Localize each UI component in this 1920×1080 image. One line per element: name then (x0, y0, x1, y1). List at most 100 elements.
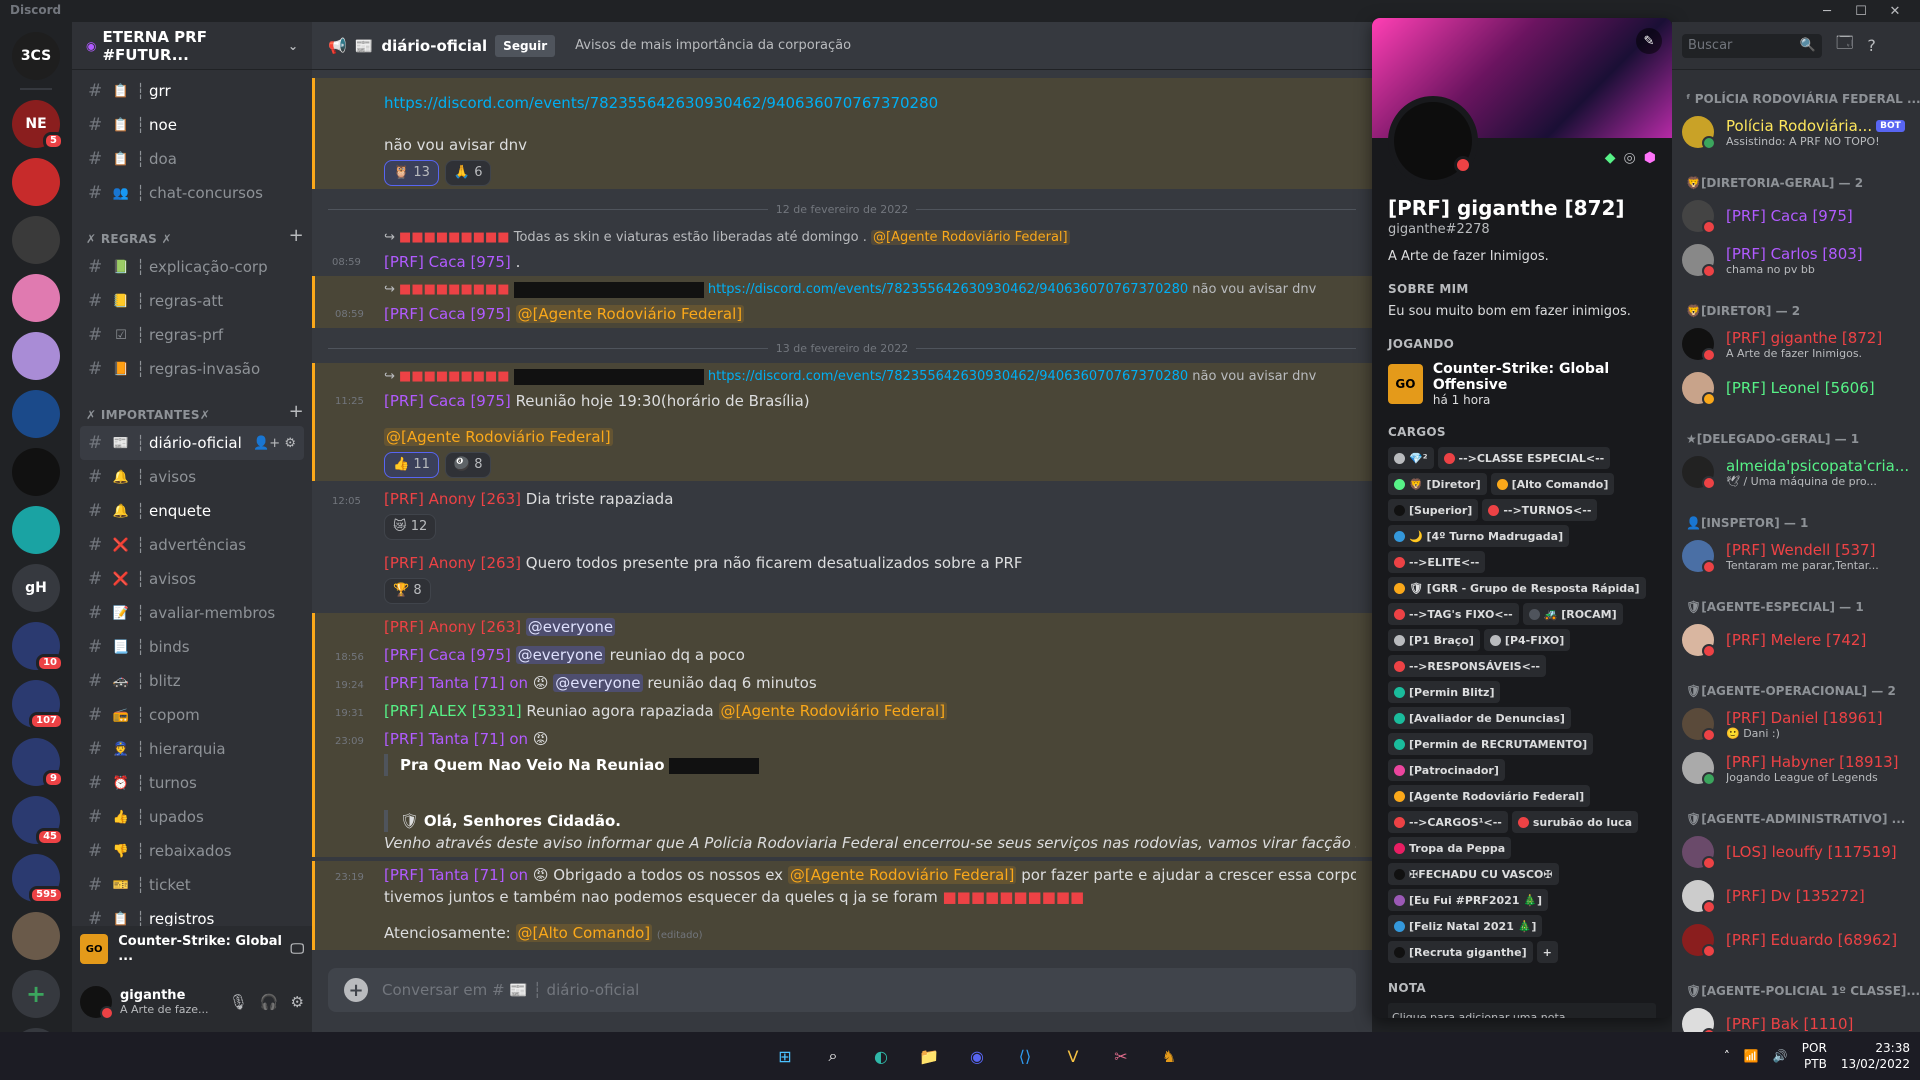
server-icon[interactable] (12, 216, 60, 264)
author-name[interactable]: [PRF] Tanta [71] on (384, 730, 528, 748)
note-input[interactable]: Clique para adicionar uma nota (1388, 1003, 1656, 1018)
author-name[interactable]: [PRF] ALEX [5331] (384, 702, 522, 720)
channel-category[interactable]: ✗ IMPORTANTES✗ + (72, 396, 312, 426)
role-tag[interactable]: [Feliz Natal 2021 🎄] (1388, 915, 1543, 937)
server-icon[interactable]: 3CS (12, 32, 60, 80)
snip-icon[interactable]: ✂ (1106, 1041, 1136, 1071)
author-name[interactable]: [PRF] Anony [263] (384, 618, 521, 636)
channel-item[interactable]: # 📗 ┆ explicação-corp (80, 250, 304, 284)
reaction[interactable]: 😿 12 (384, 514, 437, 540)
screen-share-icon[interactable]: 🖵 (291, 941, 305, 957)
mention[interactable]: @everyone (525, 618, 616, 636)
gear-icon[interactable]: ⚙ (291, 993, 304, 1011)
channel-item[interactable]: # 👍 ┆ upados (80, 800, 304, 834)
server-icon[interactable] (12, 506, 60, 554)
search-icon[interactable]: ⌕ (818, 1041, 848, 1071)
mention[interactable]: @[Agente Rodoviário Federal] (515, 305, 745, 323)
author-name[interactable]: [PRF] Caca [975] (384, 253, 511, 271)
member-item[interactable]: [PRF] Daniel [18961] 🙂 Dani :) (1672, 702, 1920, 746)
chevron-up-icon[interactable]: ˄ (1724, 1049, 1730, 1063)
member-item[interactable]: [PRF] Wendell [537] Tentaram me parar,Ten… (1672, 534, 1920, 578)
server-icon[interactable] (12, 912, 60, 960)
member-item[interactable]: [PRF] Eduardo [68962] (1672, 918, 1920, 962)
channel-item[interactable]: # 🚓 ┆ blitz (80, 664, 304, 698)
pencil-icon[interactable]: ✎ (1636, 28, 1662, 54)
server-icon[interactable] (12, 158, 60, 206)
search-input[interactable]: Buscar 🔍 (1682, 33, 1822, 58)
server-header[interactable]: ◉ ETERNA PRF #FUTUR... ⌄ (72, 22, 312, 70)
author-name[interactable]: [PRF] Tanta [71] on (384, 674, 528, 692)
role-tag[interactable]: [P4-FIXO] (1483, 629, 1571, 651)
role-tag[interactable]: 🦁 [Diretor] (1388, 473, 1487, 495)
role-tag[interactable]: [Permin Blitz] (1388, 681, 1501, 703)
volume-icon[interactable]: 🔊 (1773, 1049, 1788, 1063)
role-tag[interactable]: surubão do luca (1511, 811, 1638, 833)
server-icon[interactable]: 107 (12, 680, 64, 730)
member-item[interactable]: Polícia Rodoviária... BOT Assistindo: A PR… (1672, 110, 1920, 154)
inbox-icon[interactable]: 🗔 (1836, 32, 1853, 59)
invite-icon[interactable]: 👤+ (253, 436, 284, 451)
server-icon[interactable] (12, 448, 60, 496)
channel-item[interactable]: # 📃 ┆ binds (80, 630, 304, 664)
server-icon[interactable] (12, 332, 60, 380)
channel-item[interactable]: # 📋 ┆ doa (80, 142, 304, 176)
role-tag[interactable]: -->TAG's FIXO<-- (1388, 603, 1519, 625)
member-item[interactable]: [PRF] giganthe [872] A Arte de fazer Inim… (1672, 322, 1920, 366)
microphone-icon[interactable]: 🎙 (229, 993, 248, 1011)
member-item[interactable]: [PRF] Bak [1110] (1672, 1002, 1920, 1032)
role-tag[interactable]: [Avaliador de Denuncias] (1388, 707, 1571, 729)
add-channel-icon[interactable]: + (289, 225, 304, 246)
member-item[interactable]: [PRF] Carlos [803] chama no pv bb (1672, 238, 1920, 282)
role-tag[interactable]: -->CARGOS¹<-- (1388, 811, 1508, 833)
reply-link[interactable]: https://discord.com/events/7823556426309… (708, 282, 1188, 297)
server-icon[interactable]: 45 (12, 796, 64, 846)
channel-item[interactable]: # ❌ ┆ advertências (80, 528, 304, 562)
reply-preview[interactable]: ↪ ■■■■■■■■■ Todas as skin e viaturas est… (384, 227, 1356, 249)
member-item[interactable]: [PRF] Caca [975] (1672, 194, 1920, 238)
edge-icon[interactable]: ◐ (866, 1041, 896, 1071)
headphones-icon[interactable]: 🎧 (260, 993, 279, 1011)
channel-item[interactable]: # 📙 ┆ regras-invasão (80, 352, 304, 386)
member-item[interactable]: almeida'psicopata'cria... 🕊 / Uma máquina… (1672, 450, 1920, 494)
follow-button[interactable]: Seguir (495, 34, 556, 57)
add-server-icon[interactable]: + (12, 970, 60, 1018)
role-tag[interactable]: [Eu Fui #PRF2021 🎄] (1388, 889, 1549, 911)
role-tag[interactable]: [Agente Rodoviário Federal] (1388, 785, 1591, 807)
reply-link[interactable]: https://discord.com/events/7823556426309… (708, 369, 1188, 384)
member-item[interactable]: [PRF] Dv [135272] (1672, 874, 1920, 918)
channel-item[interactable]: # 🔔 ┆ enquete (80, 494, 304, 528)
role-tag[interactable]: [Alto Comando] (1490, 473, 1615, 495)
channel-item[interactable]: # ☑ ┆ regras-prf (80, 318, 304, 352)
role-tag[interactable]: -->CLASSE ESPECIAL<-- (1437, 447, 1611, 469)
role-tag[interactable]: 💎² (1388, 447, 1434, 469)
role-tag[interactable]: -->RESPONSÁVEIS<-- (1388, 655, 1546, 677)
mention[interactable]: @[Agente Rodoviário Federal] (384, 428, 613, 446)
game-icon[interactable]: ♞ (1154, 1041, 1184, 1071)
folder-icon[interactable]: 📁 (914, 1041, 944, 1071)
add-channel-icon[interactable]: + (289, 401, 304, 422)
reply-preview[interactable]: ↪ ■■■■■■■■■ https://discord.com/events/7… (384, 366, 1356, 388)
reaction[interactable]: 🦉 13 (384, 160, 439, 186)
server-icon[interactable]: 595 (12, 854, 64, 904)
role-tag[interactable]: 🚜 [ROCAM] (1522, 603, 1623, 625)
author-name[interactable]: [PRF] Caca [975] (384, 392, 511, 410)
member-item[interactable]: [PRF] Leonel [5606] (1672, 366, 1920, 410)
channel-item[interactable]: # 👮 ┆ hierarquia (80, 732, 304, 766)
server-icon[interactable]: 9 (12, 738, 64, 788)
spoiler[interactable]: ■■■■■■■■■■ (943, 888, 1085, 906)
close-button[interactable]: ✕ (1878, 0, 1912, 22)
member-item[interactable]: [PRF] Habyner [18913] Jogando League of L… (1672, 746, 1920, 790)
reaction[interactable]: 👍 11 (384, 452, 439, 478)
maximize-button[interactable]: ☐ (1844, 0, 1878, 22)
mention[interactable]: @[Agente Rodoviário Federal] (871, 230, 1070, 245)
clock[interactable]: 23:38 13/02/2022 (1841, 1040, 1910, 1072)
role-tag[interactable]: Tropa da Peppa (1388, 837, 1512, 859)
channel-item[interactable]: # 🎫 ┆ ticket (80, 868, 304, 902)
role-tag[interactable]: ✠FECHADU CU VASCO✠ (1388, 863, 1559, 885)
author-name[interactable]: [PRF] Anony [263] (384, 490, 521, 508)
role-tag[interactable]: [P1 Braço] (1388, 629, 1480, 651)
mention[interactable]: @everyone (553, 674, 643, 692)
avatar[interactable] (80, 986, 114, 1020)
channel-category[interactable]: ✗ REGRAS ✗ + (72, 220, 312, 250)
author-name[interactable]: [PRF] Caca [975] (384, 305, 511, 323)
